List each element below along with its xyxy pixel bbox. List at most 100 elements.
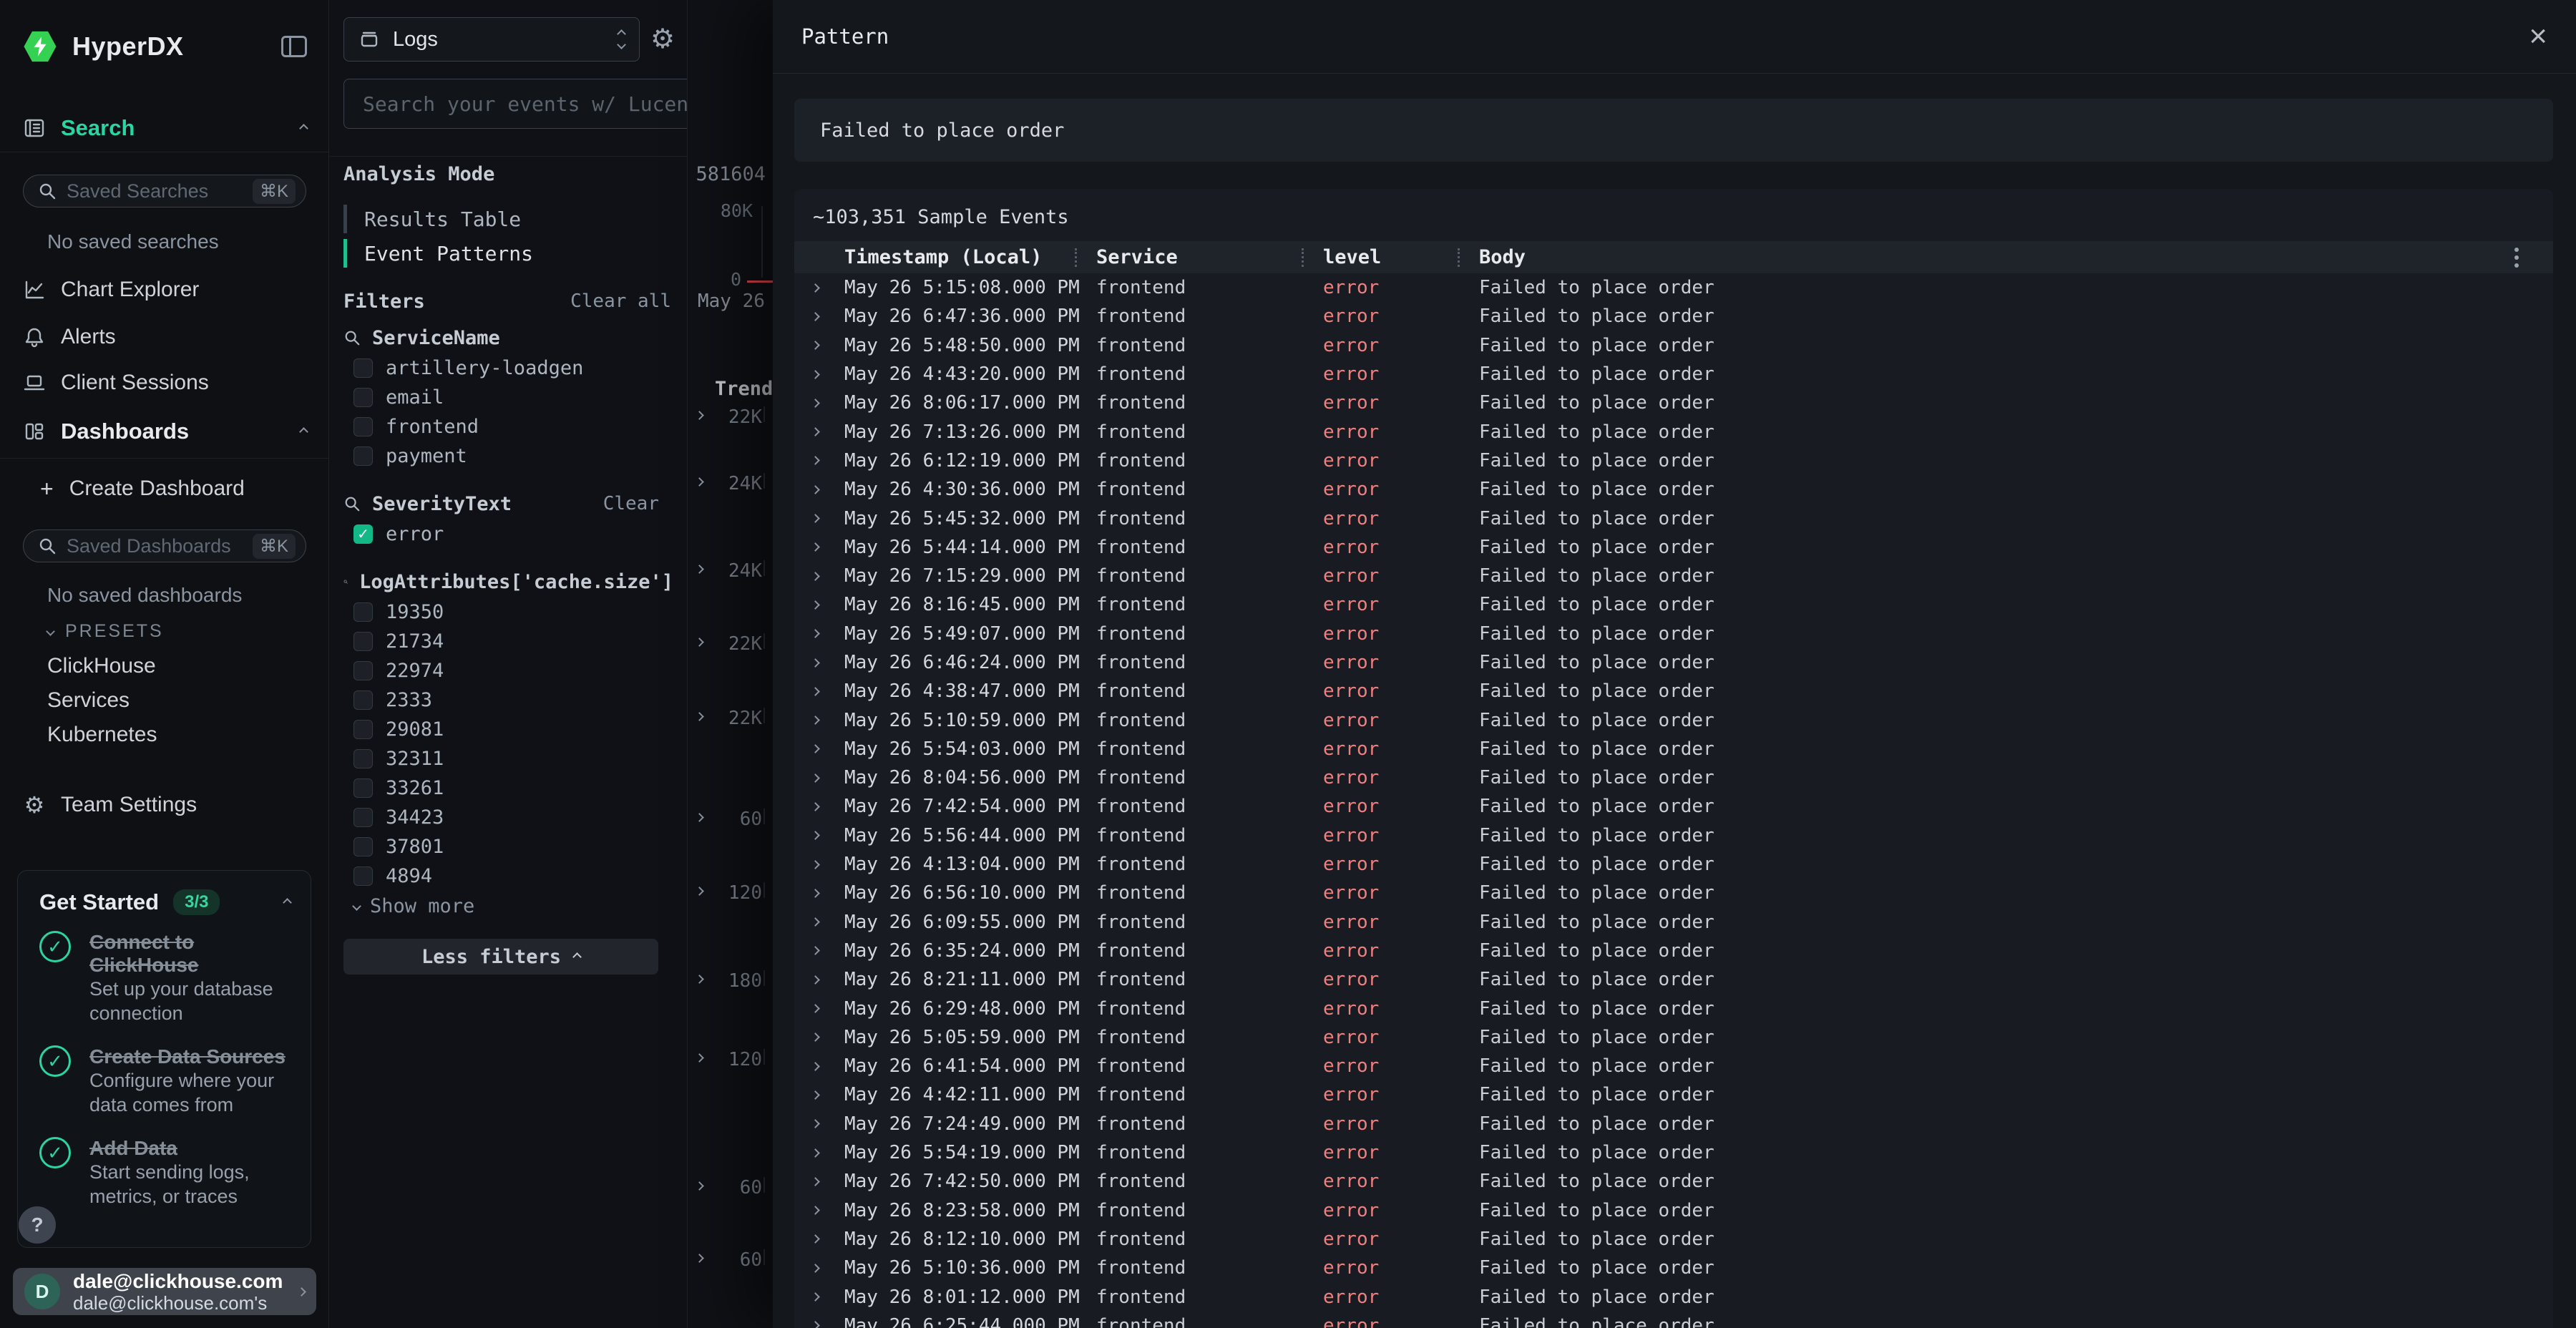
trend-row[interactable]: 24K	[688, 559, 773, 583]
table-row[interactable]: May 26 5:44:14.000 PMfrontenderrorFailed…	[794, 533, 2553, 562]
col-service[interactable]: Service	[1096, 246, 1323, 268]
table-row[interactable]: May 26 5:05:59.000 PMfrontenderrorFailed…	[794, 1023, 2553, 1052]
filter-option[interactable]: artillery-loadgen	[330, 353, 673, 383]
table-row[interactable]: May 26 6:56:10.000 PMfrontenderrorFailed…	[794, 879, 2553, 907]
chevron-right-icon[interactable]	[695, 1181, 704, 1191]
table-row[interactable]: May 26 8:16:45.000 PMfrontenderrorFailed…	[794, 590, 2553, 619]
filter-option[interactable]: 29081	[330, 715, 673, 744]
sidebar-item-chart-explorer[interactable]: Chart Explorer	[24, 273, 307, 306]
row-expander[interactable]	[794, 630, 823, 637]
table-row[interactable]: May 26 6:25:44.000 PMfrontenderrorFailed…	[794, 1312, 2553, 1328]
row-expander[interactable]	[794, 400, 823, 406]
row-expander[interactable]	[794, 602, 823, 608]
row-expander[interactable]	[794, 1034, 823, 1040]
col-level[interactable]: level	[1323, 246, 1479, 268]
checkbox[interactable]	[353, 661, 373, 680]
trend-row[interactable]: 60	[688, 1176, 773, 1200]
saved-dashboards-input[interactable]: Saved Dashboards ⌘K	[23, 529, 306, 562]
sidebar-item-alerts[interactable]: Alerts	[24, 321, 307, 353]
sidebar-item-dashboards[interactable]: Dashboards	[24, 415, 307, 448]
search-icon[interactable]	[343, 573, 348, 590]
chevron-right-icon[interactable]	[695, 975, 704, 984]
chevron-right-icon[interactable]	[695, 1254, 704, 1263]
col-timestamp[interactable]: Timestamp (Local)	[844, 246, 1096, 268]
row-expander[interactable]	[794, 890, 823, 897]
chevron-right-icon[interactable]	[695, 411, 704, 420]
row-expander[interactable]	[794, 285, 823, 291]
row-expander[interactable]	[794, 1265, 823, 1271]
row-expander[interactable]	[794, 775, 823, 781]
table-row[interactable]: May 26 5:10:36.000 PMfrontenderrorFailed…	[794, 1254, 2553, 1282]
get-started-item[interactable]: ✓Add DataStart sending logs, metrics, or…	[39, 1137, 296, 1209]
filter-option[interactable]: 22974	[330, 656, 673, 685]
trend-row[interactable]: 60	[688, 1248, 773, 1272]
sidebar-item-preset-clickhouse[interactable]: ClickHouse	[47, 654, 156, 678]
table-row[interactable]: May 26 7:42:50.000 PMfrontenderrorFailed…	[794, 1167, 2553, 1196]
col-body[interactable]: Body	[1479, 246, 2553, 268]
row-expander[interactable]	[794, 1294, 823, 1300]
trend-row[interactable]: 22K	[688, 405, 773, 429]
table-row[interactable]: May 26 5:45:32.000 PMfrontenderrorFailed…	[794, 504, 2553, 532]
checkbox[interactable]	[353, 837, 373, 856]
help-button[interactable]: ?	[19, 1206, 56, 1244]
chevron-up-icon[interactable]	[299, 124, 308, 133]
trend-row[interactable]: 120	[688, 1048, 773, 1072]
presets-toggle[interactable]: PRESETS	[47, 621, 164, 642]
row-expander[interactable]	[794, 1005, 823, 1012]
row-expander[interactable]	[794, 342, 823, 348]
row-expander[interactable]	[794, 919, 823, 925]
less-filters-button[interactable]: Less filters	[343, 939, 658, 975]
row-expander[interactable]	[794, 457, 823, 464]
row-expander[interactable]	[794, 1207, 823, 1214]
trend-row[interactable]: 22K	[688, 706, 773, 731]
table-options-kebab-icon[interactable]	[2514, 255, 2519, 260]
get-started-item[interactable]: ✓Create Data SourcesConfigure where your…	[39, 1045, 296, 1117]
chevron-right-icon[interactable]	[695, 887, 704, 896]
row-expander[interactable]	[794, 861, 823, 868]
row-expander[interactable]	[794, 1120, 823, 1127]
table-row[interactable]: May 26 6:46:24.000 PMfrontenderrorFailed…	[794, 648, 2553, 677]
table-row[interactable]: May 26 5:54:03.000 PMfrontenderrorFailed…	[794, 735, 2553, 763]
row-expander[interactable]	[794, 1150, 823, 1156]
chevron-right-icon[interactable]	[695, 712, 704, 721]
filter-option[interactable]: email	[330, 383, 673, 412]
show-more-link[interactable]: Show more	[330, 891, 673, 921]
row-expander[interactable]	[794, 804, 823, 810]
row-expander[interactable]	[794, 1178, 823, 1185]
filter-option[interactable]: 2333	[330, 685, 673, 715]
table-row[interactable]: May 26 6:41:54.000 PMfrontenderrorFailed…	[794, 1052, 2553, 1080]
chevron-right-icon[interactable]	[695, 1053, 704, 1063]
row-expander[interactable]	[794, 313, 823, 320]
filter-option[interactable]: frontend	[330, 412, 673, 441]
close-icon[interactable]: ×	[2529, 21, 2547, 52]
table-row[interactable]: May 26 4:30:36.000 PMfrontenderrorFailed…	[794, 475, 2553, 504]
checkbox[interactable]	[353, 749, 373, 768]
checkbox[interactable]	[353, 446, 373, 466]
sidebar-item-preset-services[interactable]: Services	[47, 688, 130, 713]
search-icon[interactable]	[343, 495, 361, 512]
trend-row[interactable]: 60	[688, 807, 773, 831]
mode-event-patterns[interactable]: Event Patterns	[343, 238, 533, 269]
row-expander[interactable]	[794, 573, 823, 580]
sidebar-collapse-icon[interactable]	[281, 36, 307, 57]
checkbox[interactable]	[353, 720, 373, 739]
source-select[interactable]: Logs	[343, 17, 640, 62]
sidebar-item-search[interactable]: Search	[24, 112, 307, 145]
table-row[interactable]: May 26 4:13:04.000 PMfrontenderrorFailed…	[794, 850, 2553, 879]
table-row[interactable]: May 26 6:29:48.000 PMfrontenderrorFailed…	[794, 994, 2553, 1022]
filter-option[interactable]: payment	[330, 441, 673, 471]
table-row[interactable]: May 26 5:15:08.000 PMfrontenderrorFailed…	[794, 273, 2553, 302]
chevron-right-icon[interactable]	[695, 477, 704, 487]
row-expander[interactable]	[794, 717, 823, 723]
table-row[interactable]: May 26 6:47:36.000 PMfrontenderrorFailed…	[794, 302, 2553, 331]
get-started-item[interactable]: ✓Connect to ClickHouseSet up your databa…	[39, 931, 296, 1025]
sidebar-item-client-sessions[interactable]: Client Sessions	[24, 366, 307, 399]
clear-all-link[interactable]: Clear all	[570, 290, 671, 312]
row-expander[interactable]	[794, 544, 823, 550]
filter-option[interactable]: 37801	[330, 832, 673, 861]
row-expander[interactable]	[794, 1236, 823, 1242]
table-row[interactable]: May 26 5:10:59.000 PMfrontenderrorFailed…	[794, 706, 2553, 734]
sidebar-item-preset-kubernetes[interactable]: Kubernetes	[47, 723, 157, 747]
filter-option[interactable]: 32311	[330, 744, 673, 773]
chevron-up-icon[interactable]	[299, 427, 308, 436]
